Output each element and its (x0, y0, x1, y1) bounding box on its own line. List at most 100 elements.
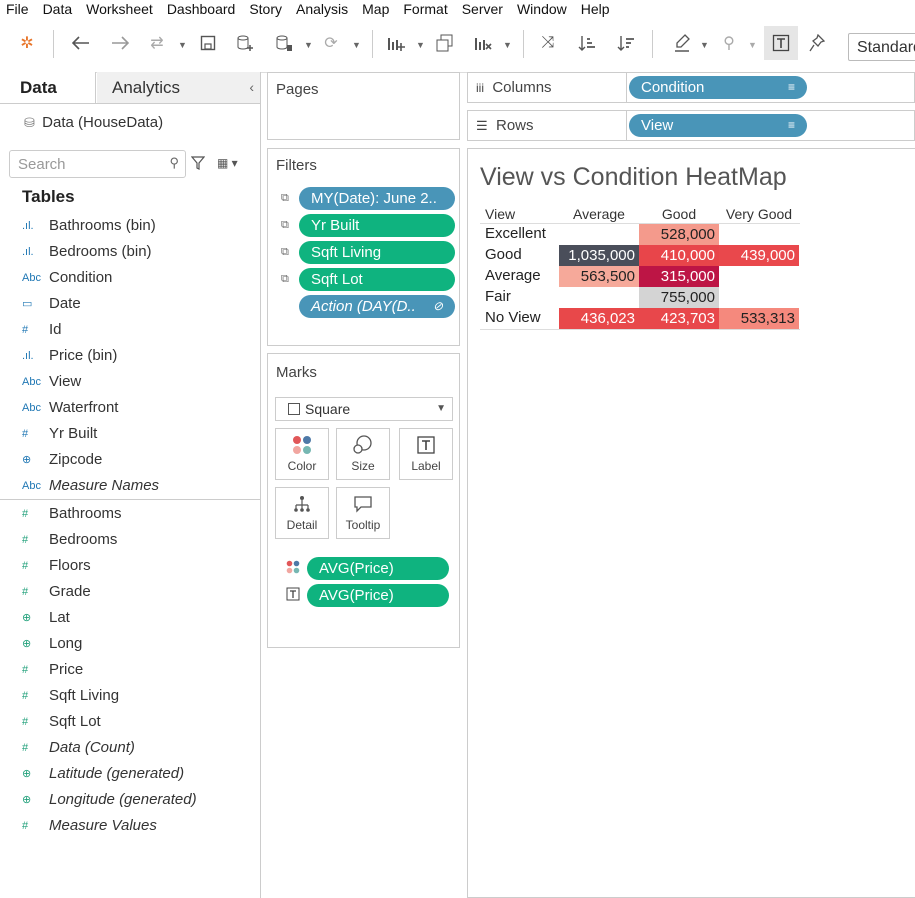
color-button[interactable]: Color (275, 428, 329, 480)
menu-item-dashboard[interactable]: Dashboard (160, 0, 243, 18)
label-button[interactable]: Label (399, 428, 453, 480)
viz-area[interactable]: View vs Condition HeatMap View Average Goo… (467, 148, 915, 898)
row-label[interactable]: Excellent (485, 225, 546, 242)
redo-icon[interactable] (107, 30, 133, 56)
field-price-bin[interactable]: .ıl. Price (bin) (0, 343, 260, 369)
menu-item-map[interactable]: Map (355, 0, 396, 18)
marks-pill-color[interactable]: AVG(Price) (307, 557, 449, 580)
view-options-icon[interactable]: ▦ ▾ (217, 156, 238, 170)
column-header[interactable]: Good (639, 206, 719, 222)
field-sqft-living[interactable]: # Sqft Living (0, 683, 260, 709)
tab-data[interactable]: Data (0, 72, 96, 103)
heatmap-cell[interactable]: 439,000 (719, 245, 799, 266)
sort-ascending-icon[interactable] (574, 30, 600, 56)
menu-item-data[interactable]: Data (36, 0, 80, 18)
chevron-down-icon[interactable]: ▼ (503, 40, 512, 50)
field-price[interactable]: # Price (0, 657, 260, 683)
filter-pill[interactable]: Action (DAY(D.. ⊘ (299, 295, 455, 318)
pause-datasource-icon[interactable] (271, 30, 297, 56)
chevron-down-icon[interactable]: ▼ (352, 40, 361, 50)
column-header[interactable]: Very Good (719, 206, 799, 222)
field-longitude-generated[interactable]: ⊕ Longitude (generated) (0, 787, 260, 813)
field-data-count[interactable]: # Data (Count) (0, 735, 260, 761)
menu-item-worksheet[interactable]: Worksheet (79, 0, 160, 18)
rows-pill-view[interactable]: View ≡ (629, 114, 807, 137)
field-id[interactable]: # Id (0, 317, 260, 343)
tableau-logo-icon[interactable]: ✲ (14, 30, 40, 56)
field-bathrooms-bin[interactable]: .ıl. Bathrooms (bin) (0, 213, 260, 239)
new-datasource-icon[interactable] (232, 30, 258, 56)
detail-button[interactable]: Detail (275, 487, 329, 539)
field-bedrooms-bin[interactable]: .ıl. Bedrooms (bin) (0, 239, 260, 265)
row-label[interactable]: Average (485, 267, 541, 284)
save-icon[interactable] (195, 30, 221, 56)
menu-item-help[interactable]: Help (574, 0, 617, 18)
heatmap-cell[interactable]: 436,023 (559, 308, 639, 329)
clear-sheet-icon[interactable] (470, 30, 496, 56)
duplicate-sheet-icon[interactable] (432, 30, 458, 56)
swap-rows-columns-icon[interactable]: ⤨ (535, 30, 561, 56)
field-floors[interactable]: # Floors (0, 553, 260, 579)
heatmap-cell[interactable]: 1,035,000 (559, 245, 639, 266)
field-date[interactable]: ▭ Date (0, 291, 260, 317)
highlight-icon[interactable] (669, 30, 695, 56)
row-label[interactable]: Fair (485, 288, 511, 305)
field-zipcode[interactable]: ⊕ Zipcode (0, 447, 260, 473)
tooltip-button[interactable]: Tooltip (336, 487, 390, 539)
size-button[interactable]: Size (336, 428, 390, 480)
heatmap-cell[interactable]: 755,000 (639, 287, 719, 308)
chevron-down-icon[interactable]: ▼ (178, 40, 187, 50)
menu-item-file[interactable]: File (0, 0, 36, 18)
heatmap-cell[interactable]: 528,000 (639, 224, 719, 245)
field-lat[interactable]: ⊕ Lat (0, 605, 260, 631)
column-header[interactable]: Average (559, 206, 639, 222)
field-sqft-lot[interactable]: # Sqft Lot (0, 709, 260, 735)
row-label[interactable]: No View (485, 309, 541, 326)
filter-pill[interactable]: Sqft Living (299, 241, 455, 264)
replay-icon[interactable]: ⇄ (144, 30, 170, 56)
collapse-pane-icon[interactable]: ‹ (249, 72, 254, 103)
menu-item-analysis[interactable]: Analysis (289, 0, 355, 18)
heatmap-cell[interactable]: 410,000 (639, 245, 719, 266)
refresh-icon[interactable]: ⟳ (318, 30, 344, 56)
chevron-down-icon[interactable]: ▼ (416, 40, 425, 50)
field-view[interactable]: Abc View (0, 369, 260, 395)
chevron-down-icon[interactable]: ▼ (304, 40, 313, 50)
search-input[interactable]: Search ⚲ (9, 150, 186, 178)
heatmap-cell[interactable]: 423,703 (639, 308, 719, 329)
field-condition[interactable]: Abc Condition (0, 265, 260, 291)
undo-icon[interactable] (68, 30, 94, 56)
new-worksheet-icon[interactable] (383, 30, 409, 56)
filter-pill[interactable]: MY(Date): June 2.. (299, 187, 455, 210)
menu-item-window[interactable]: Window (510, 0, 574, 18)
field-measure-names[interactable]: Abc Measure Names (0, 473, 260, 499)
field-bedrooms[interactable]: # Bedrooms (0, 527, 260, 553)
field-long[interactable]: ⊕ Long (0, 631, 260, 657)
row-label[interactable]: Good (485, 246, 522, 263)
field-bathrooms[interactable]: # Bathrooms (0, 501, 260, 527)
chevron-down-icon[interactable]: ▼ (748, 40, 757, 50)
field-latitude-generated[interactable]: ⊕ Latitude (generated) (0, 761, 260, 787)
pin-icon[interactable] (804, 30, 830, 56)
chevron-down-icon[interactable]: ▼ (700, 40, 709, 50)
field-waterfront[interactable]: Abc Waterfront (0, 395, 260, 421)
menu-item-server[interactable]: Server (455, 0, 510, 18)
heatmap-cell[interactable]: 563,500 (559, 266, 639, 287)
pages-card[interactable]: Pages (267, 72, 460, 140)
field-grade[interactable]: # Grade (0, 579, 260, 605)
columns-shelf[interactable]: iii Columns Condition ≡ (467, 72, 915, 103)
tab-analytics[interactable]: Analytics ‹ (97, 72, 260, 103)
filter-pill[interactable]: Yr Built (299, 214, 455, 237)
filter-pill[interactable]: Sqft Lot (299, 268, 455, 291)
marks-pill-label[interactable]: AVG(Price) (307, 584, 449, 607)
filters-card[interactable]: Filters ⧉ MY(Date): June 2.. ⧉ Yr Built ⧉ Sqf… (267, 148, 460, 346)
group-members-icon[interactable]: ⚲ (716, 30, 742, 56)
datasource-item[interactable]: ⛁ Data (HouseData) (24, 114, 163, 131)
heatmap-cell[interactable]: 315,000 (639, 266, 719, 287)
field-measure-values[interactable]: # Measure Values (0, 813, 260, 839)
columns-pill-condition[interactable]: Condition ≡ (629, 76, 807, 99)
field-yr-built[interactable]: # Yr Built (0, 421, 260, 447)
menu-item-story[interactable]: Story (242, 0, 289, 18)
menu-item-format[interactable]: Format (396, 0, 454, 18)
mark-type-dropdown[interactable]: Square ▼ (275, 397, 453, 421)
